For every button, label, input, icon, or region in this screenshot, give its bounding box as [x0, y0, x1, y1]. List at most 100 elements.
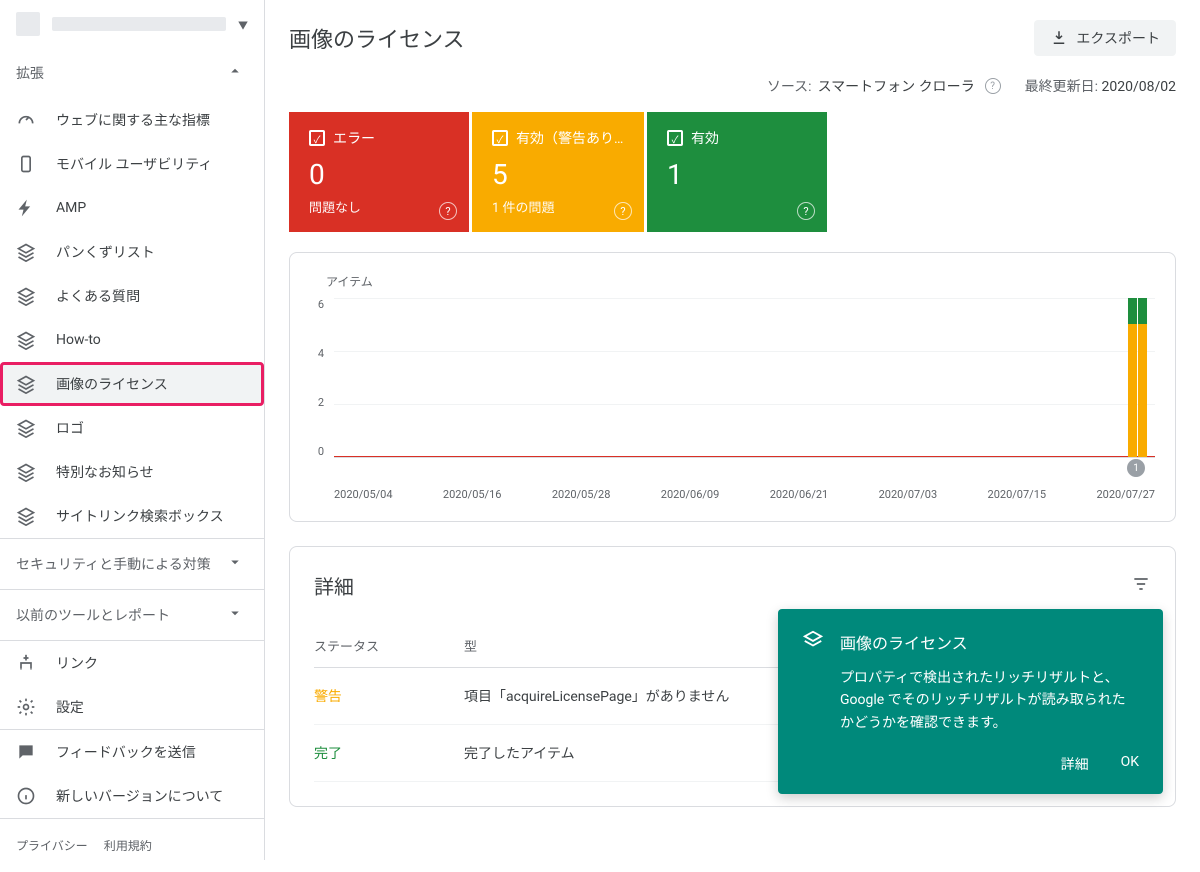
privacy-link[interactable]: プライバシー: [16, 837, 88, 854]
terms-link[interactable]: 利用規約: [104, 837, 152, 854]
meta-row: ソース: スマートフォン クローラ ? 最終更新日: 2020/08/02: [265, 76, 1200, 112]
help-icon[interactable]: ?: [985, 78, 1001, 94]
meta-updated: 最終更新日: 2020/08/02: [1025, 76, 1176, 96]
x-axis: 2020/05/04 2020/05/16 2020/05/28 2020/06…: [334, 488, 1155, 501]
error-baseline: [334, 456, 1155, 457]
sidebar: ▼ 拡張 ウェブに関する主な指標 モバイル ユーザビリティ AMP パンくずリス…: [0, 0, 265, 860]
section-legacy-tools[interactable]: 以前のツールとレポート: [0, 590, 264, 640]
checkbox-icon: [667, 130, 683, 146]
row-status: 警告: [314, 686, 464, 706]
help-icon[interactable]: ?: [797, 202, 815, 220]
filter-icon[interactable]: [1131, 574, 1151, 598]
chevron-down-icon: [226, 604, 244, 626]
nav-label: AMP: [56, 200, 86, 216]
sidebar-item-links[interactable]: リンク: [0, 641, 264, 685]
help-icon[interactable]: ?: [439, 202, 457, 220]
sidebar-item-howto[interactable]: How-to: [0, 318, 264, 362]
nav-label: ロゴ: [56, 418, 84, 438]
xtick: 2020/05/16: [443, 488, 502, 501]
section-security[interactable]: セキュリティと手動による対策: [0, 539, 264, 589]
meta-source: ソース: スマートフォン クローラ ?: [767, 76, 1001, 96]
sidebar-item-breadcrumbs[interactable]: パンくずリスト: [0, 230, 264, 274]
nav-label: ウェブに関する主な指標: [56, 110, 210, 130]
ytick: 4: [310, 347, 324, 360]
layers-icon: [16, 462, 36, 482]
layers-icon: [16, 506, 36, 526]
sidebar-item-settings[interactable]: 設定: [0, 685, 264, 729]
footer-links: プライバシー 利用規約: [0, 819, 264, 872]
card-sub: 1 件の問題: [492, 197, 624, 216]
sidebar-item-faq[interactable]: よくある質問: [0, 274, 264, 318]
sidebar-item-feedback[interactable]: フィードバックを送信: [0, 730, 264, 774]
speedometer-icon: [16, 110, 36, 130]
status-card-valid[interactable]: 有効 1 ?: [647, 112, 827, 232]
source-label: ソース:: [767, 76, 812, 96]
phone-icon: [16, 154, 36, 174]
ytick: 2: [310, 396, 324, 409]
chevron-down-icon: ▼: [238, 17, 248, 32]
section-enhancements[interactable]: 拡張: [0, 48, 264, 98]
bar-warning: [1138, 324, 1147, 457]
sitemap-icon: [16, 653, 36, 673]
card-label: 有効: [691, 128, 719, 148]
nav-label: モバイル ユーザビリティ: [56, 154, 212, 174]
layers-icon: [16, 374, 36, 394]
chart-plot: 1: [334, 298, 1155, 458]
bar-group: [1128, 298, 1147, 457]
sidebar-item-logo[interactable]: ロゴ: [0, 406, 264, 450]
nav-label: 設定: [56, 697, 84, 717]
chart-card: アイテム 6 4 2 0: [289, 252, 1176, 522]
card-label: エラー: [333, 128, 375, 148]
section-label: 以前のツールとレポート: [16, 605, 170, 625]
chevron-down-icon: [226, 553, 244, 575]
card-label: 有効（警告あり…: [516, 128, 623, 148]
y-axis: 6 4 2 0: [310, 298, 334, 458]
page-title: 画像のライセンス: [289, 22, 465, 54]
xtick: 2020/07/27: [1096, 488, 1155, 501]
nav-label: 画像のライセンス: [56, 374, 168, 394]
card-sub: 問題なし: [309, 197, 449, 216]
sidebar-item-mobile-usability[interactable]: モバイル ユーザビリティ: [0, 142, 264, 186]
nav-label: パンくずリスト: [56, 242, 155, 262]
xtick: 2020/06/09: [661, 488, 720, 501]
xtick: 2020/07/15: [988, 488, 1047, 501]
layers-icon: [16, 330, 36, 350]
sidebar-item-image-license[interactable]: 画像のライセンス: [0, 362, 264, 406]
toast-body: プロパティで検出されたリッチリザルトと、Google でそのリッチリザルトが読み…: [840, 667, 1139, 734]
section-label: 拡張: [16, 63, 44, 83]
layers-icon: [802, 629, 824, 655]
sidebar-item-core-web-vitals[interactable]: ウェブに関する主な指標: [0, 98, 264, 142]
nav-label: How-to: [56, 332, 101, 348]
nav-label: よくある質問: [56, 286, 140, 306]
toast-ok-button[interactable]: OK: [1121, 754, 1139, 774]
status-card-warning[interactable]: 有効（警告あり… 5 1 件の問題 ?: [472, 112, 644, 232]
export-button[interactable]: エクスポート: [1034, 20, 1176, 56]
status-cards: エラー 0 問題なし ? 有効（警告あり… 5 1 件の問題 ? 有効 1 ?: [289, 112, 1176, 232]
source-value: スマートフォン クローラ: [818, 76, 975, 96]
sidebar-item-special-announcement[interactable]: 特別なお知らせ: [0, 450, 264, 494]
xtick: 2020/06/21: [770, 488, 829, 501]
annotation-badge[interactable]: 1: [1127, 459, 1145, 477]
card-value: 5: [492, 158, 624, 191]
ytick: 6: [310, 298, 324, 311]
row-status: 完了: [314, 743, 464, 763]
download-icon: [1050, 29, 1068, 47]
chart-ylabel: アイテム: [326, 273, 1155, 290]
sidebar-item-new-version[interactable]: 新しいバージョンについて: [0, 774, 264, 818]
nav-label: 新しいバージョンについて: [56, 786, 223, 806]
help-icon[interactable]: ?: [614, 202, 632, 220]
property-selector[interactable]: ▼: [0, 0, 264, 48]
updated-value: 2020/08/02: [1102, 79, 1177, 95]
sidebar-item-sitelinks-searchbox[interactable]: サイトリンク検索ボックス: [0, 494, 264, 538]
xtick: 2020/05/04: [334, 488, 393, 501]
toast-details-button[interactable]: 詳細: [1061, 754, 1089, 774]
export-label: エクスポート: [1076, 28, 1160, 48]
property-favicon: [16, 12, 40, 36]
checkbox-icon: [309, 130, 325, 146]
layers-icon: [16, 286, 36, 306]
status-card-error[interactable]: エラー 0 問題なし ?: [289, 112, 469, 232]
card-value: 1: [667, 158, 807, 191]
nav-label: フィードバックを送信: [56, 742, 196, 762]
sidebar-item-amp[interactable]: AMP: [0, 186, 264, 230]
page-header: 画像のライセンス エクスポート: [265, 0, 1200, 76]
